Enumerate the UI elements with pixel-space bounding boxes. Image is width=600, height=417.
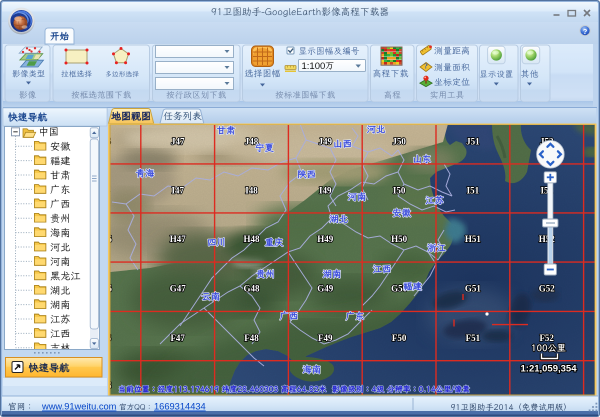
svg-text:I47: I47 <box>171 186 184 196</box>
svg-text:I49: I49 <box>319 186 332 196</box>
svg-text:I51: I51 <box>467 186 480 196</box>
svg-text:H51: H51 <box>465 234 482 244</box>
svg-text:1:21,059,354: 1:21,059,354 <box>521 363 578 374</box>
svg-text:H47: H47 <box>170 234 187 244</box>
svg-text:J50: J50 <box>392 137 406 147</box>
svg-text:1:100: 1:100 <box>302 61 326 72</box>
svg-text:?: ? <box>583 27 588 36</box>
svg-text:1669314434: 1669314434 <box>154 402 206 412</box>
svg-text:I48: I48 <box>245 186 258 196</box>
svg-text:G48: G48 <box>243 284 260 294</box>
svg-text:I50: I50 <box>393 186 406 196</box>
svg-text:G49: G49 <box>317 284 334 294</box>
svg-text:F49: F49 <box>318 333 333 343</box>
svg-text:G47: G47 <box>170 284 187 294</box>
svg-text:?: ? <box>424 62 428 71</box>
svg-text:F50: F50 <box>392 333 407 343</box>
svg-text:H49: H49 <box>317 234 334 244</box>
svg-text:F52: F52 <box>539 333 554 343</box>
svg-text:F48: F48 <box>244 333 259 343</box>
svg-text:F51: F51 <box>466 333 481 343</box>
svg-text:www.91weitu.com: www.91weitu.com <box>41 402 117 412</box>
svg-text:H50: H50 <box>391 234 408 244</box>
svg-text:J47: J47 <box>171 137 185 147</box>
svg-text:G52: G52 <box>539 284 556 294</box>
svg-text:H48: H48 <box>243 234 260 244</box>
svg-text:F47: F47 <box>170 333 185 343</box>
svg-text:J49: J49 <box>319 137 333 147</box>
svg-text:J51: J51 <box>466 137 480 147</box>
svg-text:G51: G51 <box>465 284 482 294</box>
